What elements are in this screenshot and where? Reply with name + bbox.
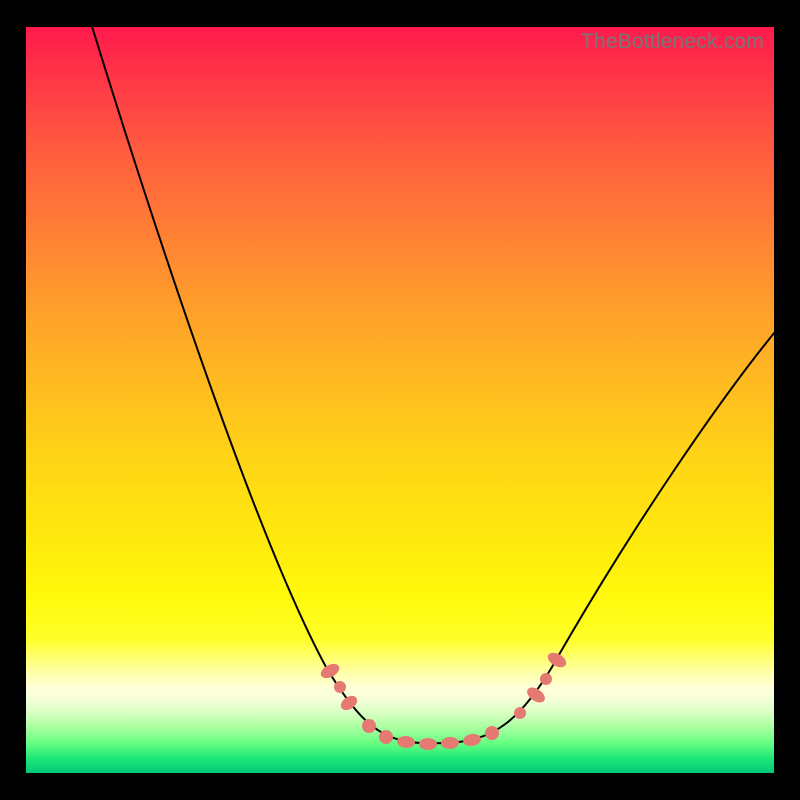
curve-dot [514, 707, 526, 719]
curve-dot [540, 673, 552, 685]
plot-area: TheBottleneck.com [26, 27, 774, 773]
curve-dot [379, 730, 393, 744]
curve-dot [362, 719, 376, 733]
chart-svg [26, 27, 774, 773]
curve-dot [485, 726, 499, 740]
curve-capsule [318, 661, 341, 681]
curve-capsule [462, 733, 482, 748]
curve-dot [334, 681, 346, 693]
curve-capsule [419, 738, 437, 750]
curve-capsule [397, 735, 416, 749]
curve-capsule [441, 736, 460, 749]
curve-markers [318, 650, 568, 750]
bottleneck-curve [86, 7, 796, 743]
curve-capsule [545, 650, 568, 670]
